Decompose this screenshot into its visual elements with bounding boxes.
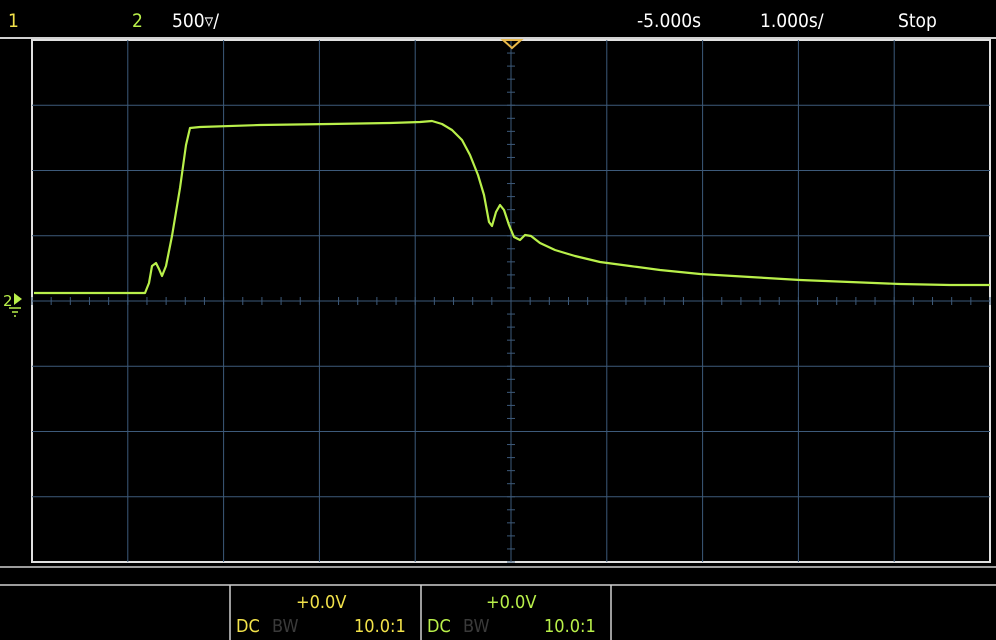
graticule: [31, 39, 991, 563]
timebase[interactable]: 1.000s/: [760, 9, 824, 33]
ch1-bw-limit[interactable]: BW: [272, 616, 298, 638]
ch1-coupling[interactable]: DC: [236, 616, 260, 638]
channel-info-bar: +0.0V DC BW 10.0:1 +0.0V DC BW 10.0:1: [0, 560, 996, 640]
run-state[interactable]: Stop: [898, 9, 937, 33]
ch2-coupling[interactable]: DC: [427, 616, 451, 638]
ch2-ground-marker[interactable]: 2: [3, 292, 22, 317]
ch2-waveform-trace: [34, 119, 990, 295]
status-bar: 1 2 500▿/ -5.000s 1.000s/ Stop: [0, 0, 996, 40]
channel-2-indicator[interactable]: 2: [132, 9, 143, 33]
horizontal-delay[interactable]: -5.000s: [637, 9, 701, 33]
ch2-offset[interactable]: +0.0V: [486, 592, 536, 614]
trigger-position-marker[interactable]: [500, 39, 524, 50]
ground-arrow-icon: [14, 293, 22, 305]
ch1-offset[interactable]: +0.0V: [296, 592, 346, 614]
ch2-probe-ratio[interactable]: 10.0:1: [544, 616, 596, 638]
vertical-scale[interactable]: 500▿/: [172, 9, 219, 33]
channel-1-indicator[interactable]: 1: [8, 9, 19, 33]
scope-screen: 2: [0, 37, 996, 640]
ch2-bw-limit[interactable]: BW: [463, 616, 489, 638]
ch1-probe-ratio[interactable]: 10.0:1: [354, 616, 406, 638]
